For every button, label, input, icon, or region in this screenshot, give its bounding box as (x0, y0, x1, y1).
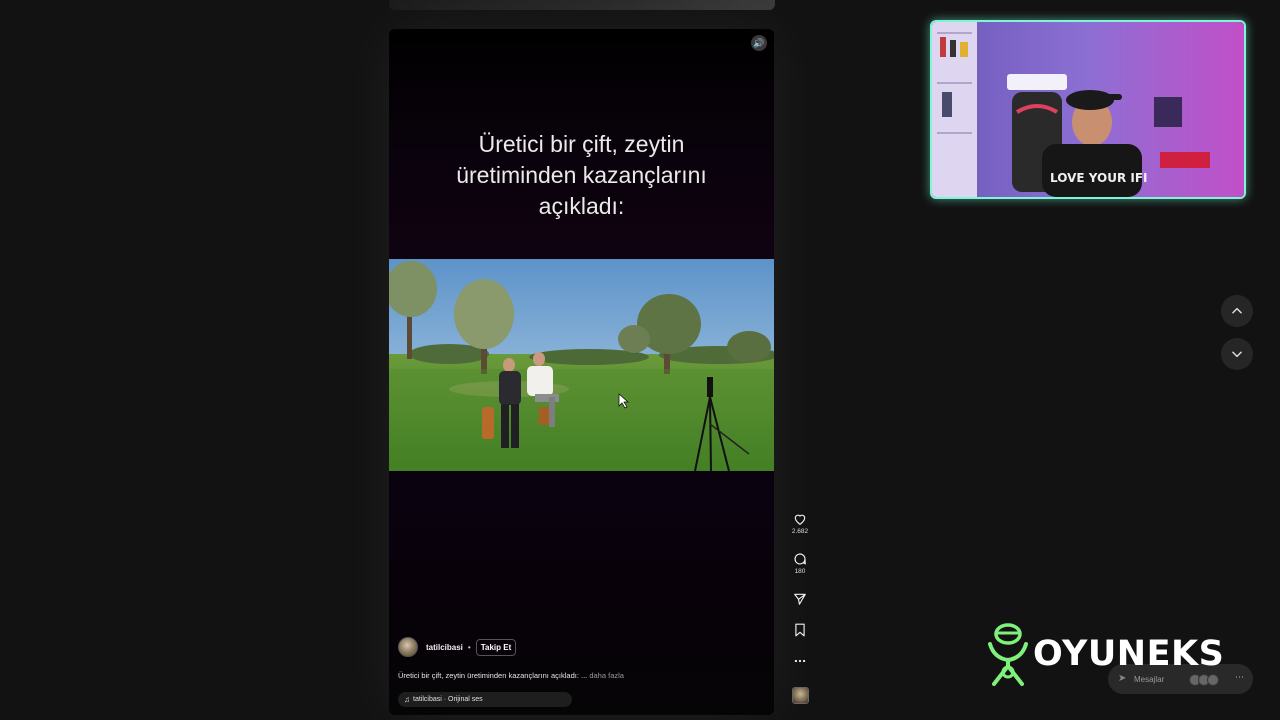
previous-reel-button[interactable] (1221, 295, 1253, 327)
next-reel-button[interactable] (1221, 338, 1253, 370)
send-icon (794, 593, 806, 605)
music-note-icon: ♫ (404, 695, 410, 704)
author-avatar[interactable] (398, 637, 418, 657)
more-options-button[interactable] (788, 654, 812, 668)
post-info: tatilcibasi • Takip Et Üretici bir çift,… (398, 637, 758, 707)
speaker-icon: 🔊 (753, 37, 765, 48)
previous-reel-edge[interactable] (389, 0, 775, 10)
heart-icon (794, 514, 806, 525)
chevron-down-icon (1232, 351, 1242, 358)
post-description: Üretici bir çift, zeytin üretiminden kaz… (398, 671, 758, 680)
reel-caption: Üretici bir çift, zeytin üretiminden kaz… (456, 131, 707, 219)
video-frame (389, 259, 774, 471)
bookmark-icon (795, 623, 805, 637)
more-link[interactable]: daha fazla (589, 671, 624, 680)
audio-label: tatilcibasi · Orijinal ses (413, 696, 483, 703)
brand-watermark: OYUNEKS (985, 620, 1224, 688)
brand-name: OYUNEKS (1033, 634, 1225, 674)
follow-button[interactable]: Takip Et (475, 638, 517, 656)
share-button[interactable] (788, 592, 812, 606)
audio-pill[interactable]: ♫ tatilcibasi · Orijinal ses (398, 692, 572, 707)
chevron-up-icon (1232, 307, 1242, 314)
sound-toggle-button[interactable]: 🔊 (751, 35, 767, 51)
more-horizontal-icon: ⋯ (1235, 672, 1244, 682)
comment-count: 180 (794, 568, 806, 575)
reel-video[interactable]: 🔊 Üretici bir çift, zeytin üretiminden k… (389, 29, 774, 715)
save-button[interactable] (788, 623, 812, 637)
more-horizontal-icon (794, 659, 806, 663)
comment-icon (794, 553, 806, 565)
audio-thumbnail[interactable] (792, 687, 809, 704)
brand-logo-icon (988, 623, 1028, 686)
webcam-overlay: LOVE YOUR IFI (930, 20, 1246, 199)
like-button[interactable]: 2.682 (788, 512, 812, 535)
author-row: tatilcibasi • Takip Et (398, 637, 758, 657)
comment-button[interactable]: 180 (788, 552, 812, 575)
description-text: Üretici bir çift, zeytin üretiminden kaz… (398, 671, 588, 680)
author-name[interactable]: tatilcibasi (426, 643, 463, 652)
like-count: 2.682 (791, 528, 809, 535)
webcam-shirt-text: LOVE YOUR IFI (1050, 171, 1148, 185)
separator-dot: • (467, 642, 471, 652)
